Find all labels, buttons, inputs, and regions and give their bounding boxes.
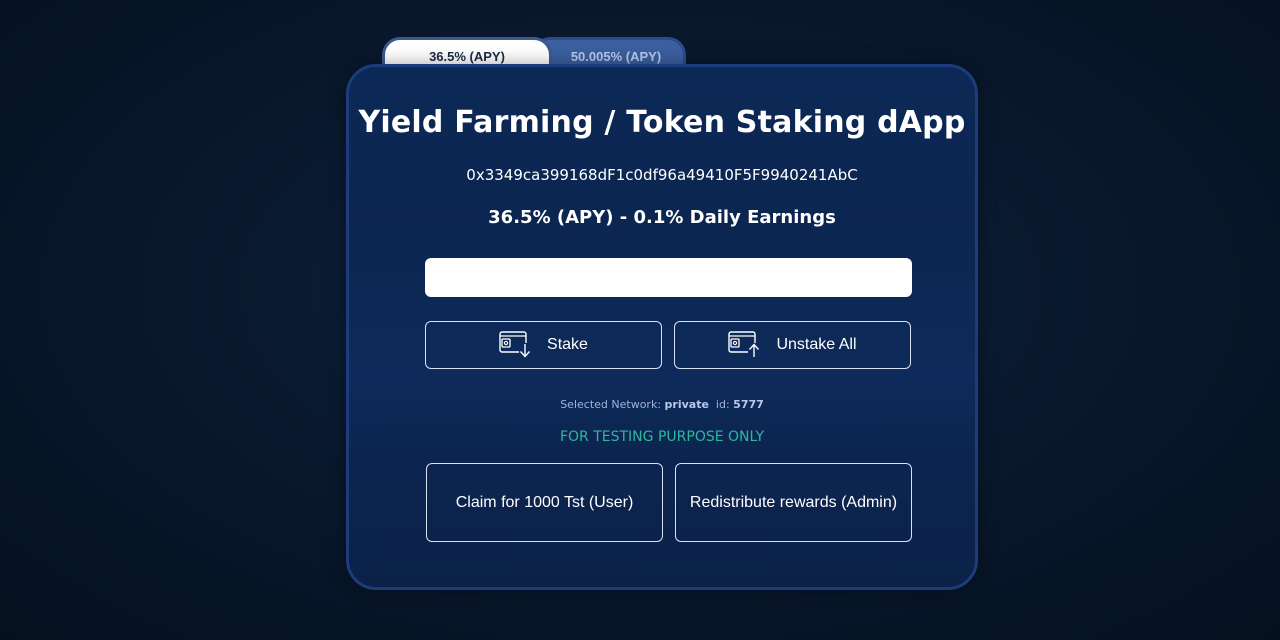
network-id-label: id:: [715, 398, 730, 411]
unstake-all-label: Unstake All: [776, 336, 857, 353]
apy-summary: 36.5% (APY) - 0.1% Daily Earnings: [488, 207, 836, 228]
stake-button[interactable]: Stake: [425, 321, 662, 369]
claim-tokens-button[interactable]: Claim for 1000 Tst (User): [426, 463, 663, 542]
unstake-all-button[interactable]: Unstake All: [674, 321, 911, 369]
network-prefix: Selected Network:: [560, 398, 662, 411]
redistribute-label: Redistribute rewards (Admin): [689, 493, 898, 511]
wallet-deposit-icon: [728, 331, 762, 359]
wallet-address: 0x3349ca399168dF1c0df96a49410F5F9940241A…: [466, 166, 858, 184]
redistribute-rewards-button[interactable]: Redistribute rewards (Admin): [675, 463, 912, 542]
claim-label: Claim for 1000 Tst (User): [455, 493, 634, 511]
network-info: Selected Network: private id: 5777: [349, 398, 975, 411]
stake-label: Stake: [547, 336, 588, 353]
network-name: private: [664, 398, 709, 411]
wallet-withdraw-icon: [499, 331, 533, 359]
page-title: Yield Farming / Token Staking dApp: [358, 105, 966, 140]
testing-note: FOR TESTING PURPOSE ONLY: [559, 429, 765, 445]
amount-input[interactable]: [425, 258, 912, 297]
staking-card: Yield Farming / Token Staking dApp 0x334…: [346, 64, 978, 590]
network-id: 5777: [733, 398, 764, 411]
